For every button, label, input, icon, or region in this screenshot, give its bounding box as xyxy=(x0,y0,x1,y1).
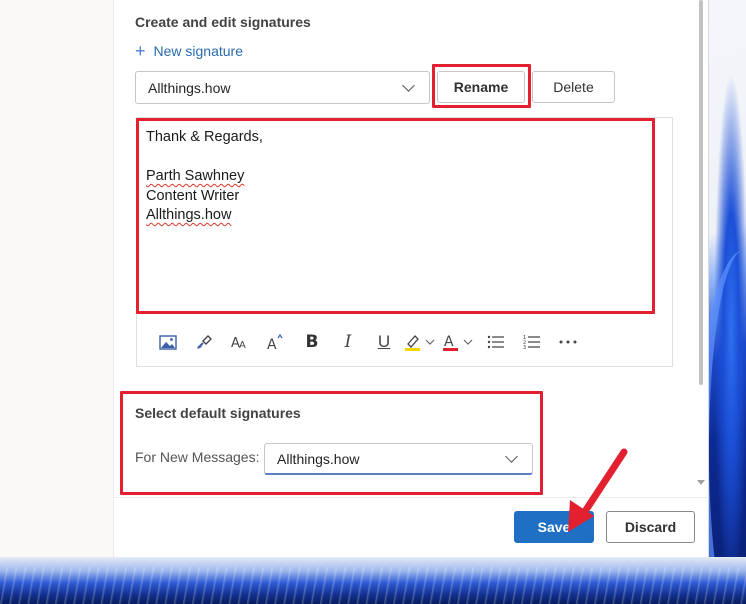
highlight-color-icon[interactable] xyxy=(402,327,440,357)
signature-select-value: Allthings.how xyxy=(148,79,231,96)
underline-icon[interactable]: U xyxy=(366,327,402,357)
red-arrow-annotation-icon xyxy=(568,448,628,532)
scroll-down-icon[interactable] xyxy=(697,480,705,485)
bullets-icon[interactable] xyxy=(478,327,514,357)
editor-highlight-box xyxy=(136,118,655,314)
grow-font-icon[interactable]: A xyxy=(258,327,294,357)
font-color-icon[interactable]: A xyxy=(440,327,478,357)
delete-button[interactable]: Delete xyxy=(532,71,615,103)
bold-icon[interactable]: B xyxy=(294,327,330,357)
signature-select[interactable]: Allthings.how xyxy=(135,71,430,104)
format-painter-icon[interactable] xyxy=(186,327,222,357)
settings-nav-pane xyxy=(0,0,114,557)
font-size-icon[interactable]: AA xyxy=(222,327,258,357)
italic-icon[interactable]: I xyxy=(330,327,366,357)
more-options-icon[interactable] xyxy=(550,327,586,357)
svg-text:3: 3 xyxy=(523,345,526,350)
default-signature-highlight-box xyxy=(120,391,543,495)
insert-image-icon[interactable] xyxy=(150,327,186,357)
desktop-wallpaper xyxy=(699,0,746,604)
new-signature-button[interactable]: + New signature xyxy=(135,41,243,61)
scrollbar-thumb[interactable] xyxy=(699,0,703,385)
section-title: Create and edit signatures xyxy=(135,14,311,30)
chevron-down-icon xyxy=(402,79,415,92)
plus-icon: + xyxy=(135,41,146,61)
svg-text:A: A xyxy=(267,337,277,351)
new-signature-label: New signature xyxy=(153,43,244,59)
dialog-scrollbar[interactable] xyxy=(697,0,705,500)
numbering-icon[interactable]: 123 xyxy=(514,327,550,357)
desktop-wallpaper-bottom xyxy=(0,557,746,604)
svg-text:A: A xyxy=(239,340,246,350)
formatting-toolbar: AA A B I U A 123 xyxy=(150,327,586,357)
svg-text:A: A xyxy=(444,334,454,350)
rename-highlight-box xyxy=(432,64,531,108)
